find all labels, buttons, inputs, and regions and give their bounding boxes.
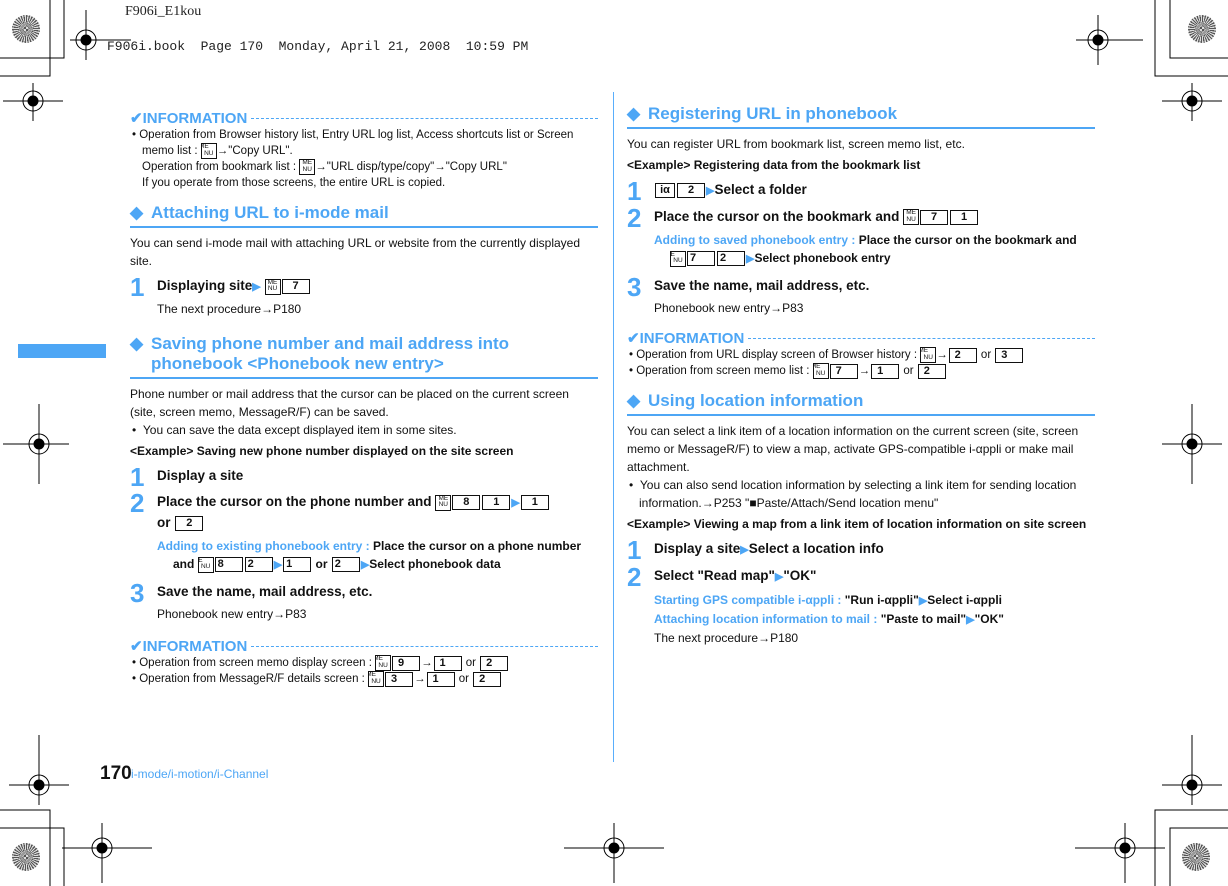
check-icon: ✔	[627, 330, 640, 347]
information-header: ✔ INFORMATION	[130, 109, 598, 127]
chapter-title: i-mode/i-motion/i-Channel	[131, 767, 269, 781]
diamond-icon: ◆	[130, 334, 144, 354]
information-header: ✔ INFORMATION	[627, 329, 1095, 347]
step: 2 Place the cursor on the phone number a…	[130, 488, 582, 573]
section-bullet: • You can also send location information…	[629, 478, 1077, 511]
i-alpha-key-icon: iα	[655, 182, 675, 198]
section-body: You can send i-mode mail with attaching …	[130, 236, 580, 269]
information-header: ✔ INFORMATION	[130, 637, 598, 655]
section-heading: ◆ Attaching URL to i-mode mail	[130, 203, 598, 229]
menu-key-icon: MENU	[435, 494, 452, 511]
info-bullet: • Operation from MessageR/F details scre…	[130, 671, 598, 688]
right-column: ◆ Registering URL in phonebook You can re…	[627, 92, 1095, 647]
book-info-line: F906i.book Page 170 Monday, April 21, 20…	[107, 39, 529, 54]
section-heading: ◆ Registering URL in phonebook	[627, 104, 1095, 129]
diamond-icon: ◆	[130, 203, 144, 223]
check-icon: ✔	[130, 638, 143, 656]
section-body: You can select a link item of a location…	[627, 424, 1079, 475]
diamond-icon: ◆	[627, 391, 641, 411]
menu-key-icon: MENU	[299, 159, 316, 176]
info-bullet: • Operation from screen memo list : MENU…	[627, 363, 1095, 380]
section-body: Phone number or mail address that the cu…	[130, 387, 569, 420]
column-divider	[613, 92, 614, 762]
step: 1 Displaying site▶ ME NU 7 The next proced…	[130, 274, 598, 318]
example-label: <Example> Saving new phone number displa…	[130, 444, 514, 459]
step: 1 Display a site▶Select a location info	[627, 535, 884, 566]
page-number: 170	[100, 763, 132, 784]
triangle-icon: ▶	[252, 281, 261, 294]
step: 3 Save the name, mail address, etc. Phon…	[627, 272, 870, 315]
menu-key-icon: MENU	[200, 143, 217, 159]
step: 2 Place the cursor on the bookmark and M…	[627, 203, 1077, 267]
step: 3 Save the name, mail address, etc. Phon…	[130, 578, 373, 622]
job-name: F906i_E1kou	[125, 4, 202, 19]
info-bullet: • Operation from screen memo display scr…	[130, 655, 598, 672]
example-label: <Example> Viewing a map from a link item…	[627, 517, 1087, 532]
section-bullet: • You can save the data except displayed…	[132, 423, 457, 438]
menu-key-icon: MENU	[197, 556, 214, 573]
step: 1 iα 2 ▶Select a folder	[627, 176, 807, 206]
chapter-side-tab	[18, 344, 106, 358]
info-bullet: • Operation from URL display screen of B…	[627, 347, 1095, 363]
check-icon: ✔	[130, 110, 143, 127]
diamond-icon: ◆	[627, 104, 641, 123]
step: 2 Select "Read map"▶"OK" Starting GPS co…	[627, 562, 1004, 646]
step: 1 Display a site	[130, 462, 244, 493]
info-bullet: • Operation from Browser history list, E…	[132, 129, 574, 190]
section-body: You can register URL from bookmark list,…	[627, 137, 965, 151]
left-column: ✔ INFORMATION • Operation from Browser hi…	[130, 105, 598, 688]
section-heading: ◆ Using location information	[627, 391, 1095, 417]
section-heading: ◆ Saving phone number and mail address in…	[130, 334, 598, 380]
example-label: <Example> Registering data from the book…	[627, 158, 921, 172]
key-7: 7	[281, 279, 310, 294]
menu-key-icon: MENU	[264, 278, 281, 295]
